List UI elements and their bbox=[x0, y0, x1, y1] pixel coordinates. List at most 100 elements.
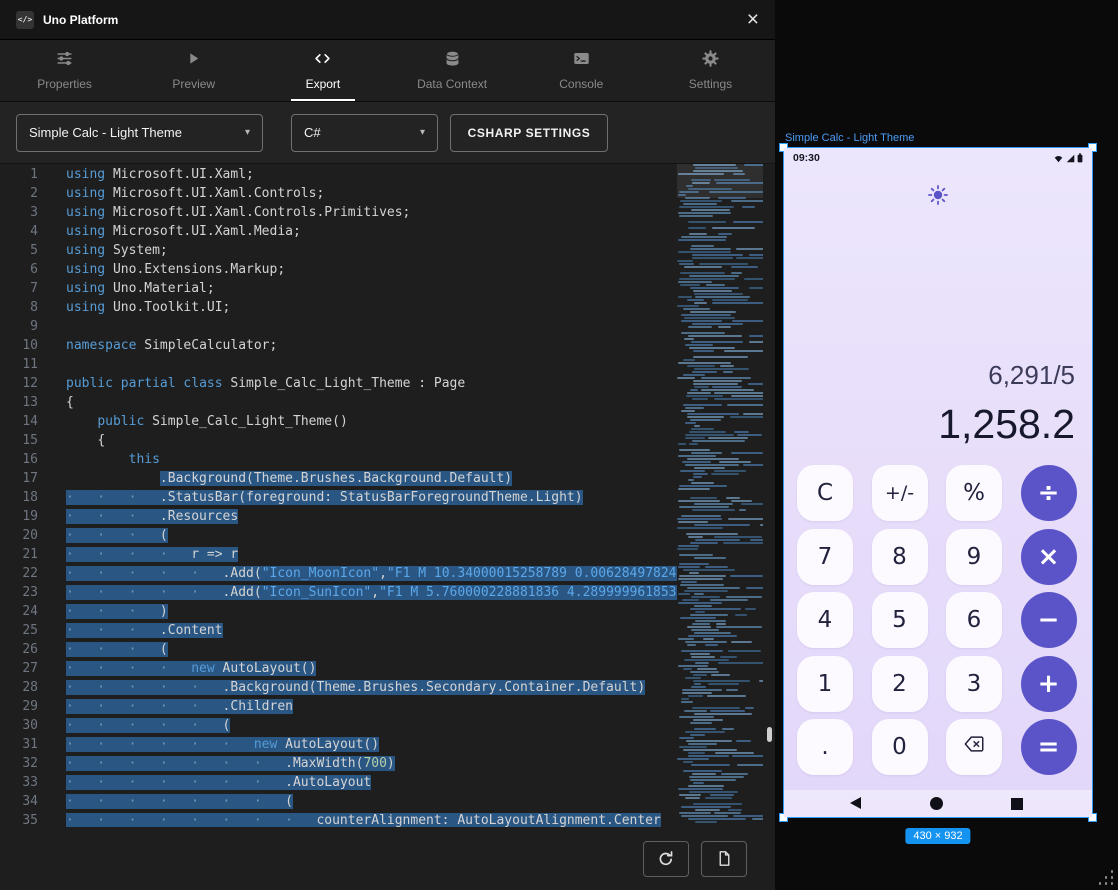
line-number: 3 bbox=[0, 203, 62, 222]
code-line: 23· · · · · .Add("Icon_SunIcon","F1 M 5.… bbox=[0, 583, 677, 602]
code-line: 17 .Background(Theme.Brushes.Background.… bbox=[0, 469, 677, 488]
recents-icon[interactable] bbox=[1011, 798, 1023, 810]
language-dropdown[interactable]: C# ▾ bbox=[291, 114, 438, 152]
csharp-settings-button[interactable]: CSHARP SETTINGS bbox=[450, 114, 608, 152]
code-line: 33· · · · · · · .AutoLayout bbox=[0, 773, 677, 792]
theme-dropdown[interactable]: Simple Calc - Light Theme ▾ bbox=[16, 114, 263, 152]
tab-preview[interactable]: Preview bbox=[129, 40, 258, 101]
key-divide[interactable]: ÷ bbox=[1021, 465, 1077, 521]
line-number: 10 bbox=[0, 336, 62, 355]
window-title: Uno Platform bbox=[43, 13, 118, 27]
tab-console[interactable]: Console bbox=[517, 40, 646, 101]
refresh-button[interactable] bbox=[643, 841, 689, 877]
line-number: 25 bbox=[0, 621, 62, 640]
code-line: 10namespace SimpleCalculator; bbox=[0, 336, 677, 355]
calc-keypad: C +/-% ÷ 7 8 9 × 4 5 6 − 1 2 3 +. 0 = bbox=[797, 465, 1077, 775]
uno-platform-window: </> Uno Platform × PropertiesPreviewExpo… bbox=[0, 0, 775, 890]
tab-settings[interactable]: Settings bbox=[646, 40, 775, 101]
phone-frame[interactable]: 09:30 bbox=[783, 147, 1093, 818]
key-0[interactable]: 0 bbox=[872, 719, 928, 775]
back-icon[interactable] bbox=[850, 797, 861, 809]
line-number: 14 bbox=[0, 412, 62, 431]
line-number: 32 bbox=[0, 754, 62, 773]
preview-icon bbox=[185, 50, 202, 70]
code-line: 14 public Simple_Calc_Light_Theme() bbox=[0, 412, 677, 431]
minimap-viewport[interactable] bbox=[677, 164, 763, 198]
key-label: 6 bbox=[967, 607, 982, 633]
key-negate[interactable]: +/- bbox=[872, 465, 928, 521]
key-7[interactable]: 7 bbox=[797, 529, 853, 585]
key-subtract[interactable]: − bbox=[1021, 592, 1077, 648]
key-label: +/- bbox=[885, 482, 914, 504]
tab-label: Preview bbox=[172, 77, 215, 91]
key-label: 1 bbox=[818, 671, 833, 697]
minimap[interactable] bbox=[677, 164, 763, 827]
key-multiply[interactable]: × bbox=[1021, 529, 1077, 585]
key-3[interactable]: 3 bbox=[946, 656, 1002, 712]
line-number: 27 bbox=[0, 659, 62, 678]
tab-properties[interactable]: Properties bbox=[0, 40, 129, 101]
theme-dropdown-value: Simple Calc - Light Theme bbox=[29, 125, 182, 140]
key-label: . bbox=[821, 734, 828, 760]
code-line: 19· · · .Resources bbox=[0, 507, 677, 526]
code-line: 30· · · · · ( bbox=[0, 716, 677, 735]
code-line: 12public partial class Simple_Calc_Light… bbox=[0, 374, 677, 393]
tab-data-context[interactable]: Data Context bbox=[388, 40, 517, 101]
line-number: 2 bbox=[0, 184, 62, 203]
code-line: 27· · · · new AutoLayout() bbox=[0, 659, 677, 678]
line-number: 13 bbox=[0, 393, 62, 412]
key-6[interactable]: 6 bbox=[946, 592, 1002, 648]
key-4[interactable]: 4 bbox=[797, 592, 853, 648]
key-8[interactable]: 8 bbox=[872, 529, 928, 585]
line-number: 22 bbox=[0, 564, 62, 583]
code-line: 26· · · ( bbox=[0, 640, 677, 659]
key-2[interactable]: 2 bbox=[872, 656, 928, 712]
export-file-button[interactable] bbox=[701, 841, 747, 877]
data-context-icon bbox=[444, 50, 461, 70]
key-backspace[interactable] bbox=[946, 719, 1002, 775]
key-label: 8 bbox=[892, 544, 907, 570]
line-number: 28 bbox=[0, 678, 62, 697]
line-number: 35 bbox=[0, 811, 62, 827]
status-icons bbox=[1054, 153, 1083, 163]
key-clear[interactable]: C bbox=[797, 465, 853, 521]
key-decimal[interactable]: . bbox=[797, 719, 853, 775]
key-add[interactable]: + bbox=[1021, 656, 1077, 712]
code-line: 13{ bbox=[0, 393, 677, 412]
key-label: 5 bbox=[892, 607, 907, 633]
scrollbar-thumb[interactable] bbox=[767, 727, 772, 742]
key-label: × bbox=[1038, 542, 1060, 572]
android-nav-bar bbox=[784, 790, 1092, 817]
code-line: 3using Microsoft.UI.Xaml.Controls.Primit… bbox=[0, 203, 677, 222]
code-line: 6using Uno.Extensions.Markup; bbox=[0, 260, 677, 279]
code-line: 5using System; bbox=[0, 241, 677, 260]
key-label: % bbox=[963, 480, 985, 506]
key-label: − bbox=[1038, 605, 1060, 635]
code-line: 22· · · · · .Add("Icon_MoonIcon","F1 M 1… bbox=[0, 564, 677, 583]
key-label: + bbox=[1038, 669, 1060, 699]
resize-grip-icon[interactable] bbox=[1098, 870, 1113, 885]
chevron-down-icon: ▾ bbox=[245, 127, 250, 138]
design-canvas[interactable]: Simple Calc - Light Theme 09:30 bbox=[775, 0, 1118, 890]
key-equals[interactable]: = bbox=[1021, 719, 1077, 775]
tab-export[interactable]: Export bbox=[258, 40, 387, 101]
frame-label[interactable]: Simple Calc - Light Theme bbox=[785, 132, 914, 144]
key-1[interactable]: 1 bbox=[797, 656, 853, 712]
key-9[interactable]: 9 bbox=[946, 529, 1002, 585]
tab-label: Properties bbox=[37, 77, 92, 91]
close-icon[interactable]: × bbox=[747, 9, 759, 30]
code-editor[interactable]: 1using Microsoft.UI.Xaml;2using Microsof… bbox=[0, 164, 775, 827]
key-label: 2 bbox=[892, 671, 907, 697]
key-label: C bbox=[817, 480, 833, 506]
line-number: 6 bbox=[0, 260, 62, 279]
settings-icon bbox=[702, 50, 719, 70]
code-line: 7using Uno.Material; bbox=[0, 279, 677, 298]
key-5[interactable]: 5 bbox=[872, 592, 928, 648]
theme-toggle-sun-icon[interactable] bbox=[927, 184, 949, 206]
code-line: 24· · · ) bbox=[0, 602, 677, 621]
code-line: 25· · · .Content bbox=[0, 621, 677, 640]
home-icon[interactable] bbox=[930, 797, 943, 810]
code-line: 18· · · .StatusBar(foreground: StatusBar… bbox=[0, 488, 677, 507]
line-number: 33 bbox=[0, 773, 62, 792]
key-percent[interactable]: % bbox=[946, 465, 1002, 521]
